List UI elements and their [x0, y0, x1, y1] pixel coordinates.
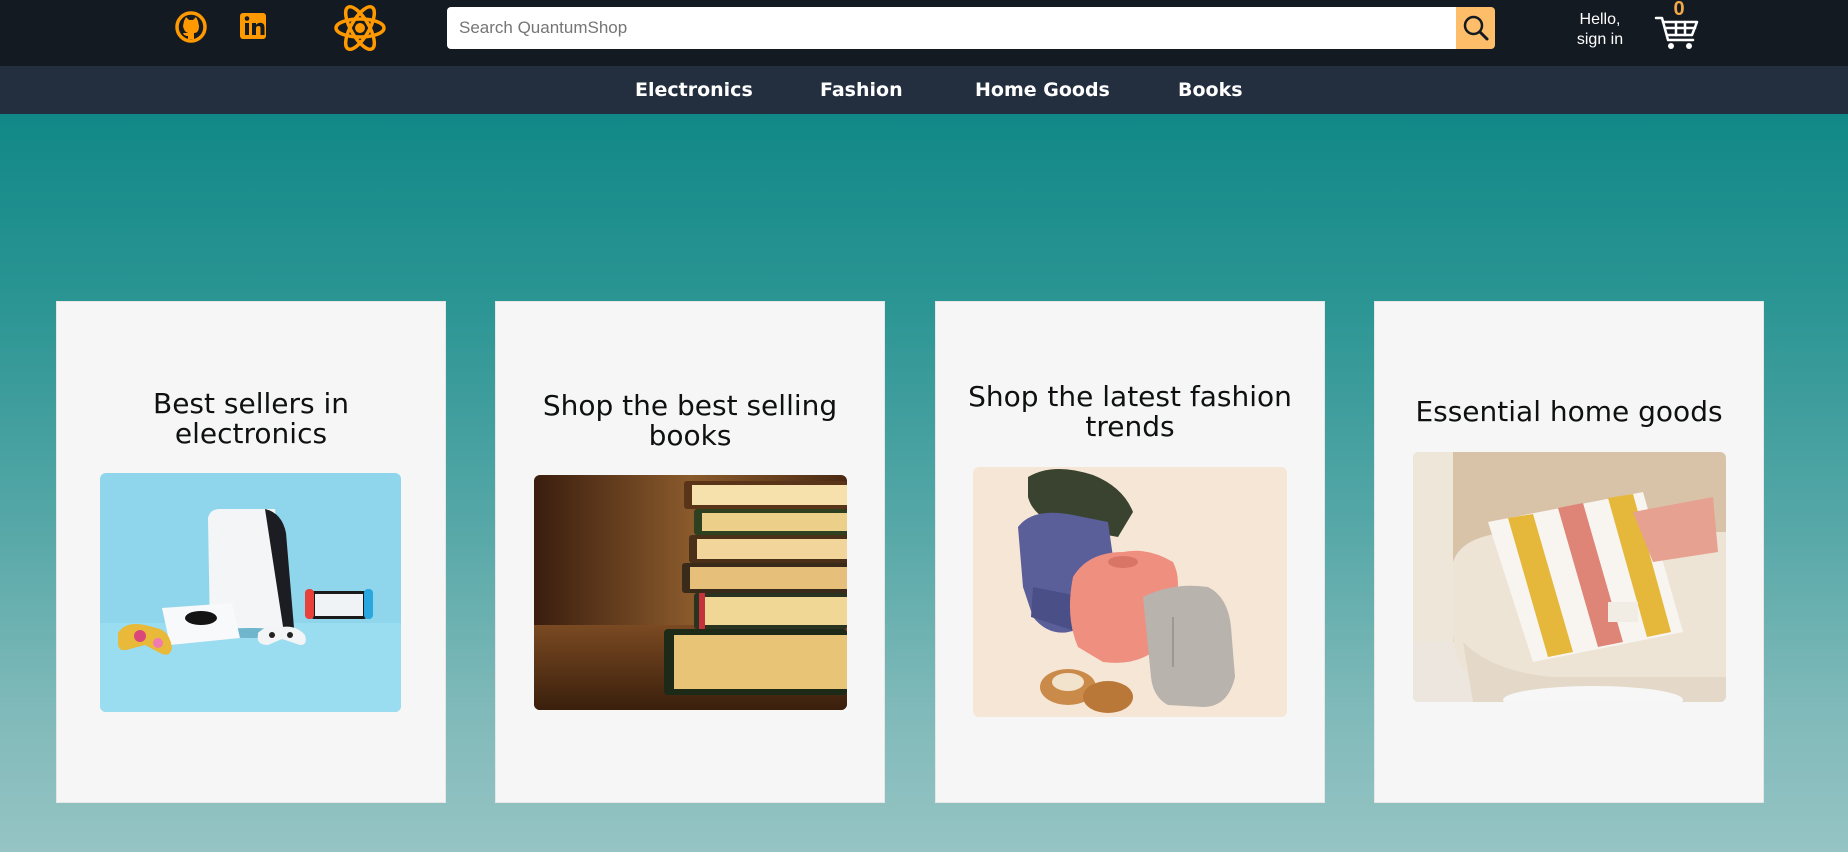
linkedin-icon[interactable] — [237, 6, 269, 48]
card-title: Shop the best selling books — [542, 389, 838, 452]
card-fashion[interactable]: Shop the latest fashion trends — [935, 301, 1325, 803]
card-title: Shop the latest fashion trends — [968, 380, 1292, 443]
card-title: Best sellers in electronics — [152, 387, 350, 450]
search-button[interactable] — [1456, 7, 1495, 49]
react-logo-icon[interactable] — [331, 2, 389, 54]
nav-item-home-goods[interactable]: Home Goods — [975, 66, 1110, 114]
nav-item-books[interactable]: Books — [1178, 66, 1243, 114]
cart-icon — [1654, 16, 1699, 49]
category-nav: Electronics Fashion Home Goods Books — [0, 66, 1848, 114]
sign-in-greeting: Hello, — [1579, 11, 1621, 28]
sign-in-label: sign in — [1576, 31, 1624, 48]
card-books[interactable]: Shop the best selling books — [495, 301, 885, 803]
nav-item-electronics[interactable]: Electronics — [635, 66, 753, 114]
card-image-electronics — [100, 473, 401, 712]
search-icon — [1463, 15, 1488, 41]
card-image-books — [534, 475, 847, 710]
sign-in-link[interactable]: Hello, sign in — [1566, 10, 1634, 50]
top-header: Hello, sign in 0 — [0, 0, 1848, 66]
card-electronics[interactable]: Best sellers in electronics — [56, 301, 446, 803]
card-title: Essential home goods — [1415, 395, 1723, 428]
nav-item-fashion[interactable]: Fashion — [820, 66, 903, 114]
cart-button[interactable] — [1652, 2, 1702, 54]
github-icon[interactable] — [173, 6, 209, 48]
card-image-home-goods — [1413, 452, 1726, 702]
card-image-fashion — [973, 467, 1287, 717]
card-home-goods[interactable]: Essential home goods — [1374, 301, 1764, 803]
search-input[interactable] — [447, 7, 1457, 49]
